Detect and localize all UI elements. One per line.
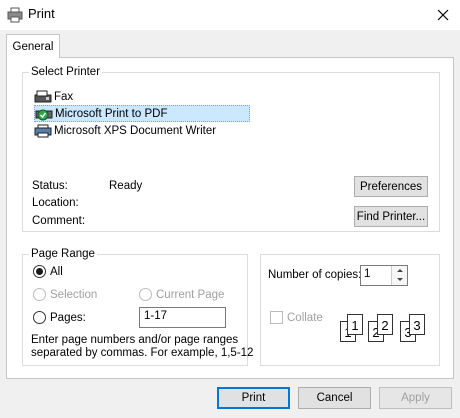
copies-value: 1: [364, 268, 371, 280]
page-range-hint-line-2: separated by commas. For example, 1,5-12: [31, 347, 254, 359]
printer-icon: [34, 124, 52, 137]
print-button[interactable]: Print: [217, 387, 290, 409]
pages-radio[interactable]: [33, 311, 46, 324]
title-bar: [0, 0, 460, 30]
preferences-button[interactable]: Preferences: [354, 176, 428, 197]
all-label: All: [50, 265, 63, 278]
spin-up-icon[interactable]: [392, 266, 408, 275]
copies-spinner[interactable]: [391, 266, 407, 285]
collate-label: Collate: [287, 311, 323, 324]
selection-radio[interactable]: [33, 288, 46, 301]
printer-label: Microsoft Print to PDF: [55, 107, 168, 120]
page-range-hint-line-1: Enter page numbers and/or page ranges: [31, 334, 239, 346]
apply-button[interactable]: Apply: [379, 387, 452, 409]
radio-selected-dot: [36, 268, 43, 275]
tab-label: General: [12, 40, 54, 53]
collate-checkbox[interactable]: [270, 311, 283, 324]
collate-option[interactable]: Collate: [270, 311, 323, 324]
current-page-radio-option[interactable]: Current Page: [139, 288, 224, 301]
selection-label: Selection: [50, 288, 98, 301]
printer-default-icon: [35, 109, 53, 120]
page-number: 1: [351, 318, 359, 333]
status-value: Ready: [109, 180, 143, 192]
print-label: Print: [241, 392, 266, 404]
location-label: Location:: [32, 197, 79, 209]
fax-icon: [34, 90, 52, 102]
status-label: Status:: [32, 180, 68, 192]
cancel-button[interactable]: Cancel: [298, 387, 371, 409]
window-title: Print: [28, 6, 55, 21]
preferences-label: Preferences: [359, 180, 422, 193]
spin-down-icon[interactable]: [392, 275, 408, 284]
collate-page-front: 2: [377, 314, 393, 335]
page-number: 2: [381, 318, 389, 333]
apply-label: Apply: [401, 392, 430, 404]
page-number: 3: [413, 318, 421, 333]
pages-input[interactable]: 1-17: [139, 307, 226, 328]
tab-general[interactable]: General: [6, 34, 60, 58]
close-icon: [437, 9, 449, 21]
selection-radio-option[interactable]: Selection: [33, 288, 97, 301]
collate-page-front: 3: [409, 314, 425, 335]
all-radio[interactable]: [33, 265, 46, 278]
printer-label: Microsoft XPS Document Writer: [54, 124, 217, 137]
find-printer-label: Find Printer...: [356, 210, 426, 223]
collate-page-front: 1: [347, 314, 363, 335]
page-range-legend: Page Range: [29, 248, 97, 260]
current-page-radio[interactable]: [139, 288, 152, 301]
close-button[interactable]: [426, 0, 460, 30]
pages-radio-option[interactable]: Pages:: [33, 311, 86, 324]
printer-icon: [7, 7, 23, 23]
find-printer-button[interactable]: Find Printer...: [354, 206, 428, 227]
all-radio-option[interactable]: All: [33, 265, 63, 278]
printer-item-fax[interactable]: Fax: [34, 88, 250, 105]
cancel-label: Cancel: [316, 392, 353, 404]
current-page-label: Current Page: [156, 288, 225, 301]
printer-label: Fax: [54, 90, 74, 103]
pages-label: Pages:: [50, 311, 86, 324]
comment-label: Comment:: [32, 215, 86, 227]
printer-item-microsoft-print-to-pdf[interactable]: Microsoft Print to PDF: [34, 105, 250, 122]
copies-label: Number of copies:: [268, 269, 362, 281]
printer-item-microsoft-xps-document-writer[interactable]: Microsoft XPS Document Writer: [34, 122, 250, 139]
select-printer-legend: Select Printer: [29, 66, 103, 78]
